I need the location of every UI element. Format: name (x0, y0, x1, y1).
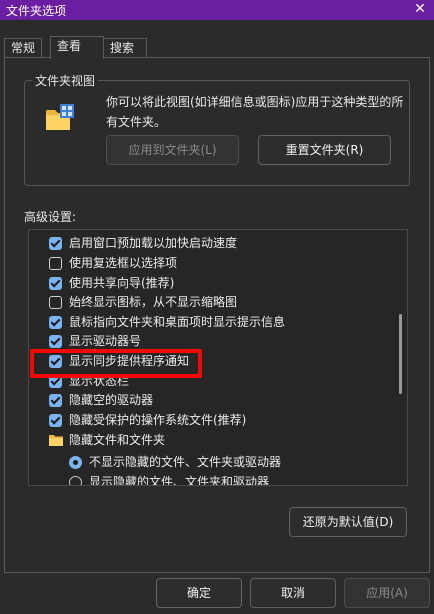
folder-view-group-title: 文件夹视图 (32, 72, 99, 89)
restore-defaults-button[interactable]: 还原为默认值(D) (289, 507, 407, 537)
tab-strip: 常规 查看 搜索 (0, 36, 434, 59)
tab-search[interactable]: 搜索 (103, 38, 147, 58)
advanced-settings-list[interactable]: 启用窗口预加载以加快启动速度 使用复选框以选择项 使用共享向导(推荐) 始终显示… (28, 229, 408, 486)
checkbox-checked[interactable] (49, 394, 62, 407)
checkbox-checked[interactable] (49, 316, 62, 329)
checkbox-checked[interactable] (49, 237, 62, 250)
folder-view-description: 你可以将此视图(如详细信息或图标)应用于这种类型的所有文件夹。 (106, 95, 404, 129)
list-item-label: 不显示隐藏的文件、文件夹或驱动器 (89, 455, 282, 469)
cancel-button[interactable]: 取消 (250, 578, 336, 608)
list-item-label: 显示驱动器号 (69, 334, 142, 348)
list-item-label: 隐藏受保护的操作系统文件(推荐) (69, 413, 247, 427)
tab-general[interactable]: 常规 (4, 38, 43, 58)
close-icon[interactable]: ✕ (412, 0, 428, 18)
list-item-label: 始终显示图标，从不显示缩略图 (69, 295, 238, 309)
list-item-label: 显示状态栏 (69, 374, 130, 388)
checkbox-checked[interactable] (49, 277, 62, 290)
list-item-label: 使用复选框以选择项 (69, 256, 178, 270)
list-item-label: 隐藏文件和文件夹 (69, 433, 166, 447)
checkbox-checked[interactable] (49, 414, 62, 427)
scrollbar-thumb[interactable] (399, 314, 402, 394)
advanced-settings-label: 高级设置: (24, 210, 77, 224)
checkbox-unchecked[interactable] (49, 257, 62, 270)
window-title: 文件夹选项 (6, 4, 67, 18)
list-item-label: 鼠标指向文件夹和桌面项时显示提示信息 (69, 315, 286, 329)
tab-view[interactable]: 查看 (50, 36, 104, 59)
radio-unselected[interactable] (69, 476, 82, 485)
list-item-label: 启用窗口预加载以加快启动速度 (69, 236, 238, 250)
list-item-label: 使用共享向导(推荐) (69, 276, 175, 290)
apply-to-folders-button[interactable]: 应用到文件夹(L) (106, 135, 239, 165)
reset-folders-button[interactable]: 重置文件夹(R) (258, 135, 391, 165)
checkbox-checked[interactable] (49, 335, 62, 348)
ok-button[interactable]: 确定 (156, 578, 242, 608)
apply-button[interactable]: 应用(A) (344, 578, 430, 608)
folder-view-icon (46, 104, 74, 130)
list-item-label: 显示隐藏的文件、文件夹和驱动器 (89, 475, 270, 486)
list-item-label: 显示同步提供程序通知 (69, 354, 190, 368)
checkbox-checked[interactable] (49, 375, 62, 388)
checkbox-unchecked[interactable] (49, 296, 62, 309)
list-item-label: 隐藏空的驱动器 (69, 393, 154, 407)
title-bar: 文件夹选项 ✕ (0, 0, 434, 20)
checkbox-checked[interactable] (49, 355, 62, 368)
folder-icon (49, 435, 63, 446)
radio-selected[interactable] (69, 456, 82, 469)
